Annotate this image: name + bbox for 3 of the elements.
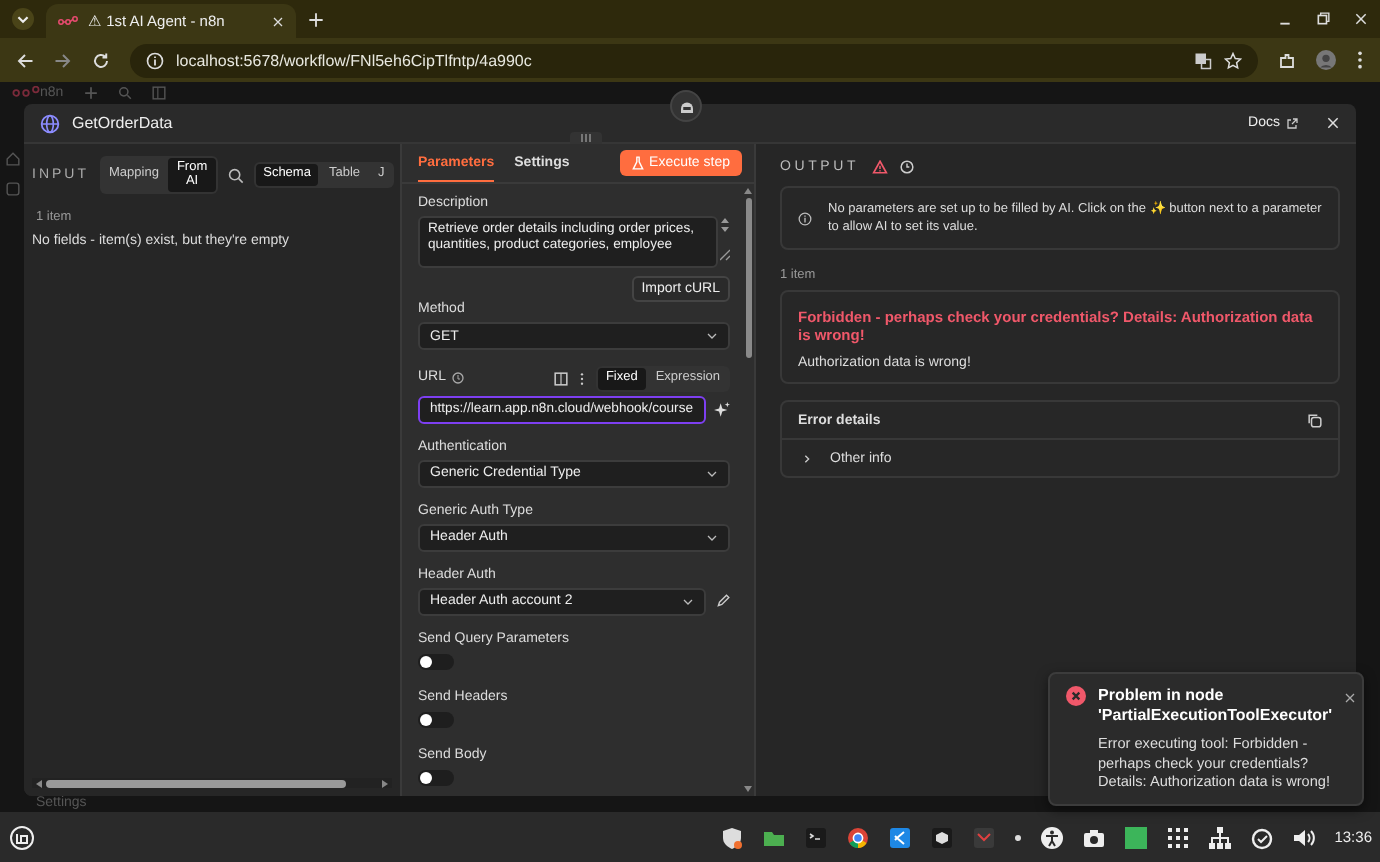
address-bar[interactable]: localhost:5678/workflow/FNl5eh6CipTlfntp/4a990c [130,43,1258,77]
toast-title: Problem in node 'PartialExecutionToolExecutor' [1098,686,1333,726]
node-title: GetOrderData [72,114,173,132]
